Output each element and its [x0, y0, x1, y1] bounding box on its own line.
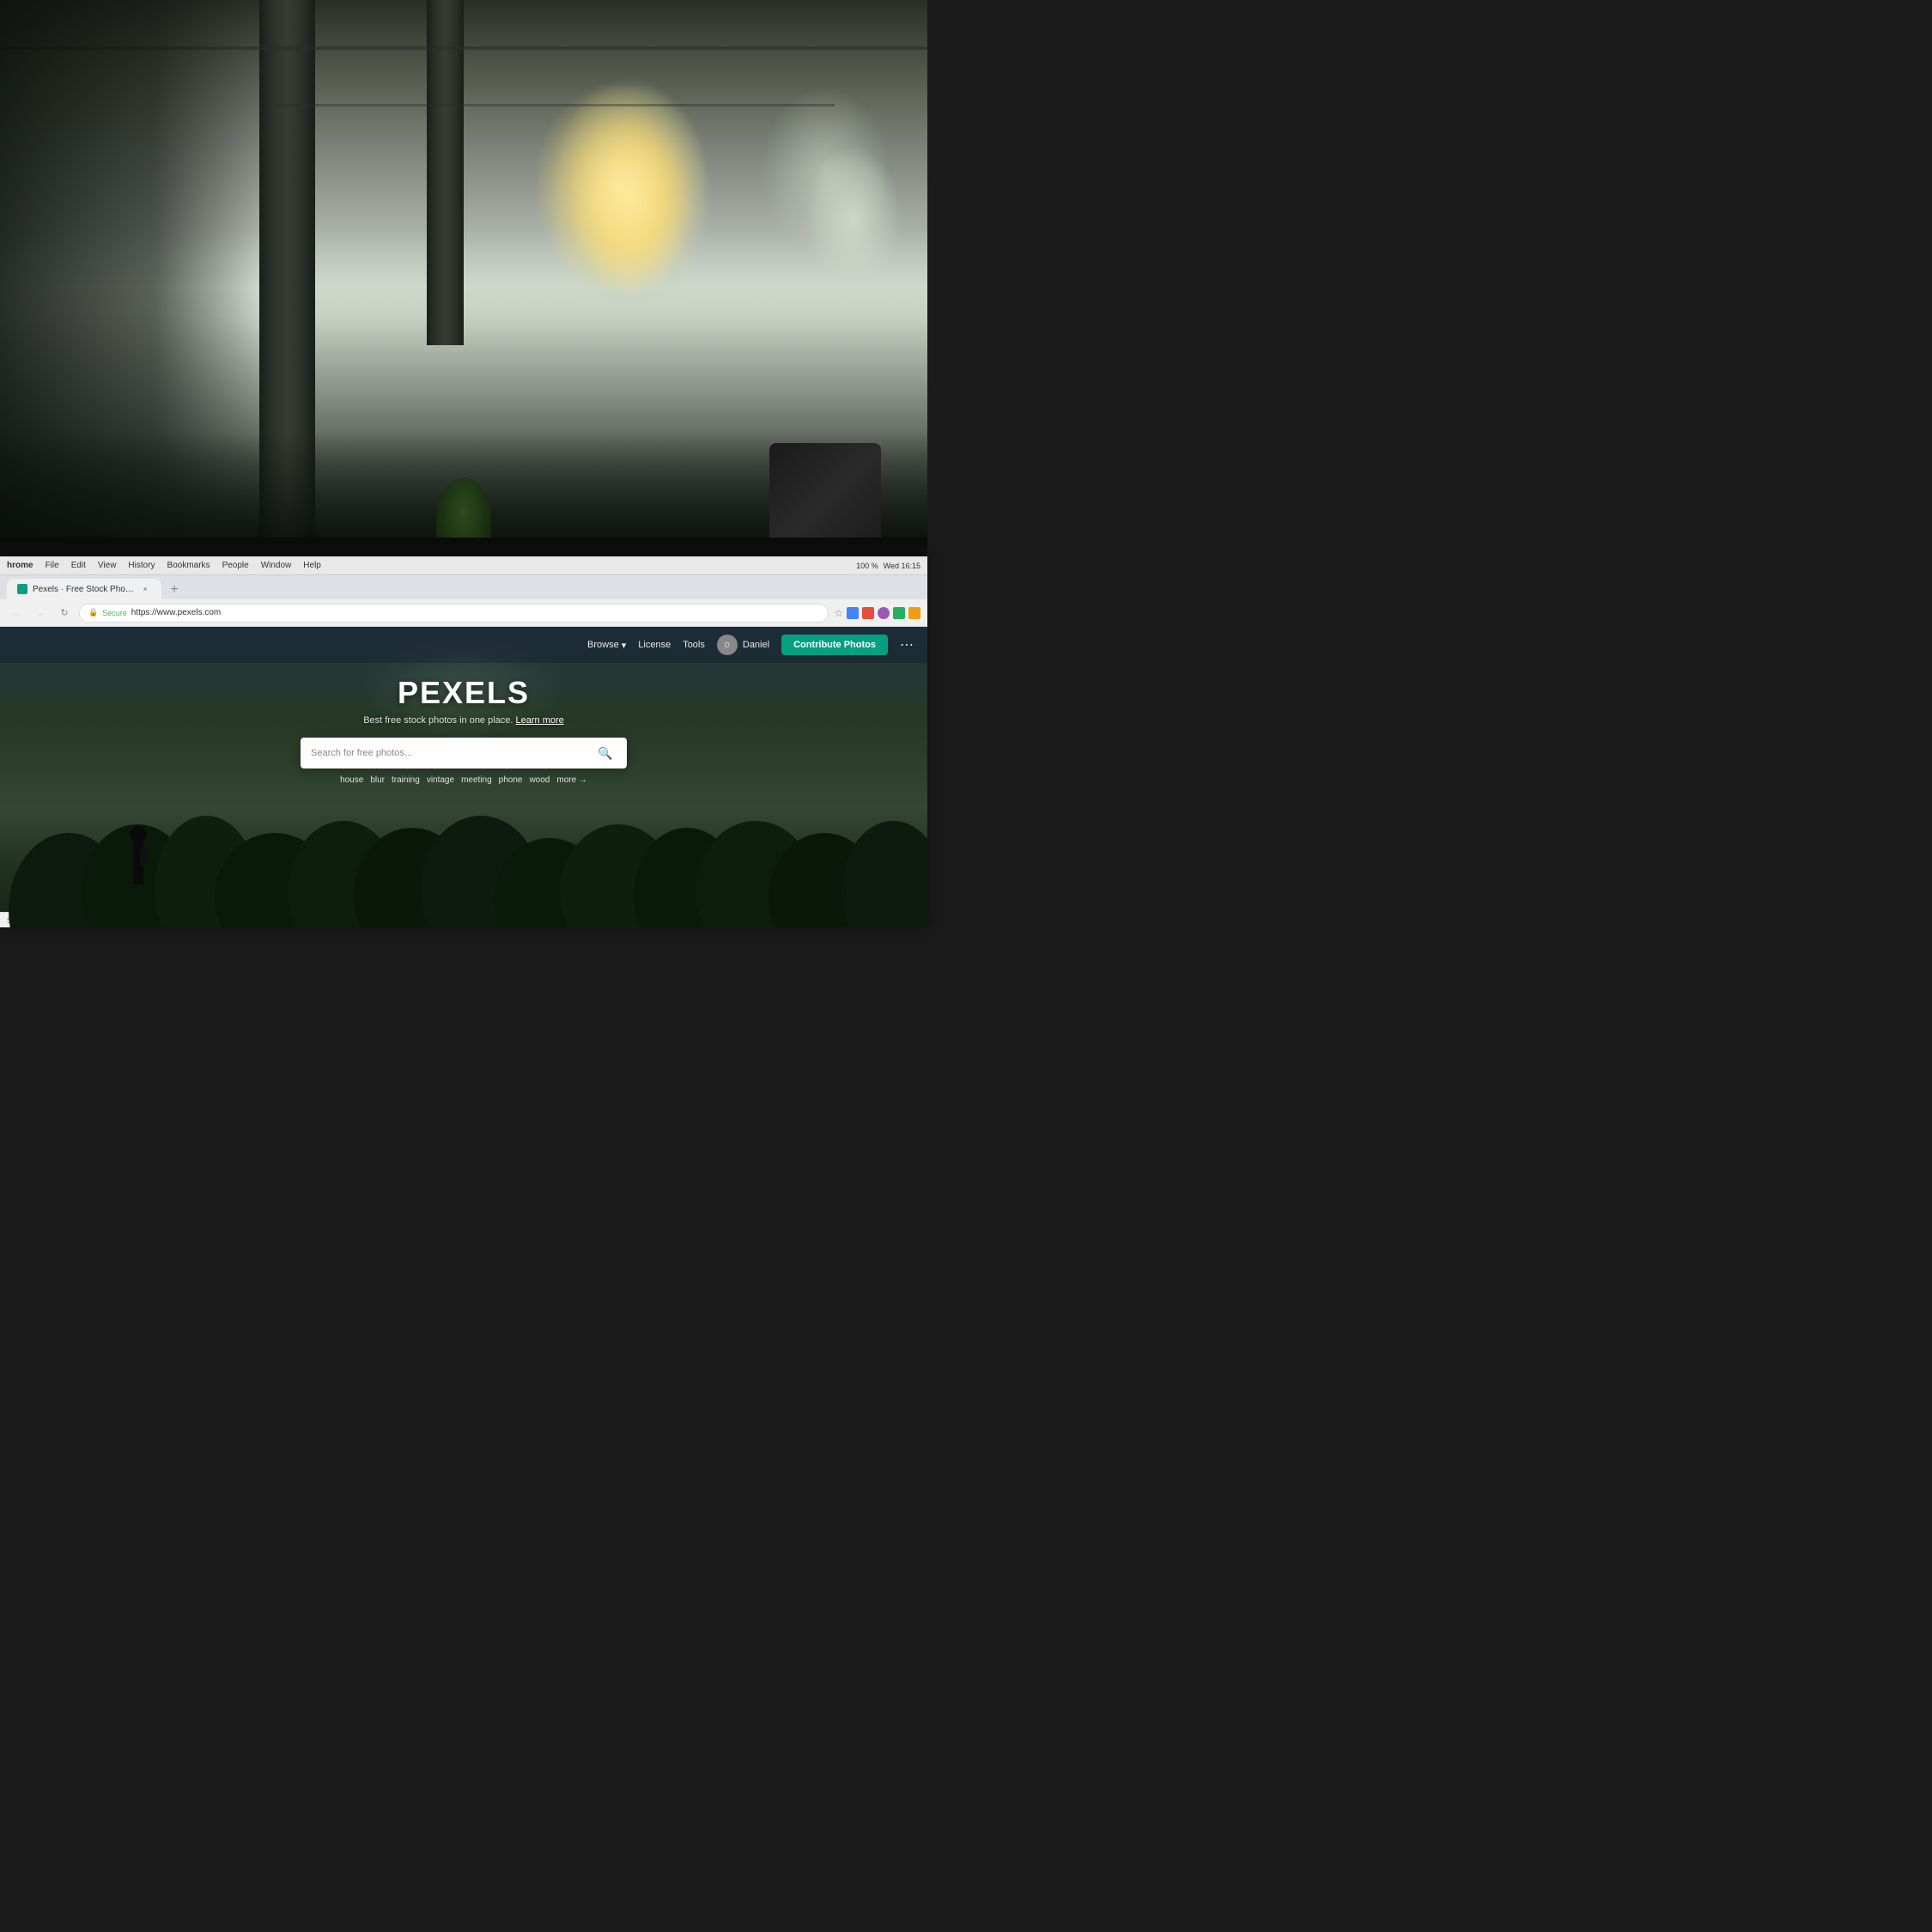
- suggestion-vintage[interactable]: vintage: [427, 775, 454, 785]
- app-name: hrome: [7, 561, 33, 570]
- address-url: https://www.pexels.com: [131, 608, 221, 617]
- back-button[interactable]: ←: [7, 604, 26, 623]
- tab-close-button[interactable]: ×: [139, 583, 151, 595]
- star-icon[interactable]: ☆: [834, 607, 843, 619]
- new-tab-button[interactable]: +: [165, 580, 184, 599]
- active-tab[interactable]: Pexels · Free Stock Photos ×: [7, 579, 161, 599]
- address-field[interactable]: 🔒 Secure https://www.pexels.com: [79, 604, 829, 623]
- clock: Wed 16:15: [884, 562, 920, 570]
- contribute-photos-button[interactable]: Contribute Photos: [781, 635, 888, 655]
- ceiling-beam-2: [278, 104, 835, 106]
- menu-people[interactable]: People: [222, 561, 249, 570]
- suggestion-meeting[interactable]: meeting: [461, 775, 492, 785]
- user-area: D Daniel: [717, 635, 769, 655]
- menu-window[interactable]: Window: [261, 561, 292, 570]
- more-suggestions-link[interactable]: more →: [556, 775, 587, 785]
- toolbar-icons: ☆: [834, 607, 920, 619]
- browser-window: hrome File Edit View History Bookmarks P…: [0, 556, 927, 927]
- tools-nav-item[interactable]: Tools: [683, 640, 705, 650]
- left-wall: [0, 0, 259, 575]
- menu-history[interactable]: History: [128, 561, 155, 570]
- extension-icon-3[interactable]: [878, 607, 890, 619]
- battery-info: 100 %: [856, 562, 878, 570]
- extension-icon-4[interactable]: [893, 607, 905, 619]
- website-content: Browse ▾ License Tools D Daniel Contribu…: [0, 627, 927, 927]
- reload-button[interactable]: ↻: [55, 604, 74, 623]
- tab-favicon: [17, 584, 27, 594]
- tab-title: Pexels · Free Stock Photos: [33, 585, 134, 594]
- search-icon: 🔍: [598, 746, 612, 761]
- user-name[interactable]: Daniel: [743, 640, 769, 650]
- search-suggestions: house blur training vintage meeting phon…: [340, 775, 587, 785]
- learn-more-link[interactable]: Learn more: [516, 715, 564, 726]
- nav-right: Browse ▾ License Tools D Daniel Contribu…: [587, 635, 914, 655]
- window-glow: [538, 86, 704, 287]
- system-tray: 100 % Wed 16:15: [856, 556, 920, 575]
- forward-button[interactable]: →: [31, 604, 50, 623]
- address-bar-row: ← → ↻ 🔒 Secure https://www.pexels.com ☆: [0, 599, 927, 627]
- site-title: PEXELS: [398, 675, 530, 711]
- pillar-center: [427, 0, 464, 345]
- site-subtitle: Best free stock photos in one place. Lea…: [363, 715, 564, 726]
- menu-bookmarks[interactable]: Bookmarks: [167, 561, 210, 570]
- browse-nav-item[interactable]: Browse ▾: [587, 640, 626, 651]
- search-bar[interactable]: Search for free photos... 🔍: [301, 738, 627, 769]
- license-nav-item[interactable]: License: [638, 640, 671, 650]
- website-hero: PEXELS Best free stock photos in one pla…: [0, 663, 927, 785]
- tab-bar: Pexels · Free Stock Photos × +: [0, 575, 927, 599]
- menu-help[interactable]: Help: [303, 561, 321, 570]
- menu-view[interactable]: View: [98, 561, 117, 570]
- extension-icon-5[interactable]: [908, 607, 920, 619]
- extension-icon-2[interactable]: [862, 607, 874, 619]
- search-input[interactable]: Search for free photos...: [311, 748, 594, 758]
- chevron-down-icon: ▾: [622, 640, 627, 651]
- suggestion-blur[interactable]: blur: [370, 775, 385, 785]
- secure-label: Secure: [102, 609, 127, 617]
- suggestion-house[interactable]: house: [340, 775, 363, 785]
- suggestion-wood[interactable]: wood: [529, 775, 550, 785]
- extension-icon-1[interactable]: [847, 607, 859, 619]
- suggestion-phone[interactable]: phone: [499, 775, 523, 785]
- website-nav: Browse ▾ License Tools D Daniel Contribu…: [0, 627, 927, 663]
- suggestion-training[interactable]: training: [392, 775, 420, 785]
- user-avatar[interactable]: D: [717, 635, 738, 655]
- background-photo: [0, 0, 927, 575]
- menu-file[interactable]: File: [46, 561, 59, 570]
- more-button[interactable]: ⋯: [900, 636, 914, 653]
- menu-bar: hrome File Edit View History Bookmarks P…: [0, 556, 927, 575]
- search-button[interactable]: 🔍: [594, 742, 617, 764]
- secure-icon: 🔒: [88, 608, 98, 617]
- menu-edit[interactable]: Edit: [71, 561, 86, 570]
- window-right: [761, 86, 890, 258]
